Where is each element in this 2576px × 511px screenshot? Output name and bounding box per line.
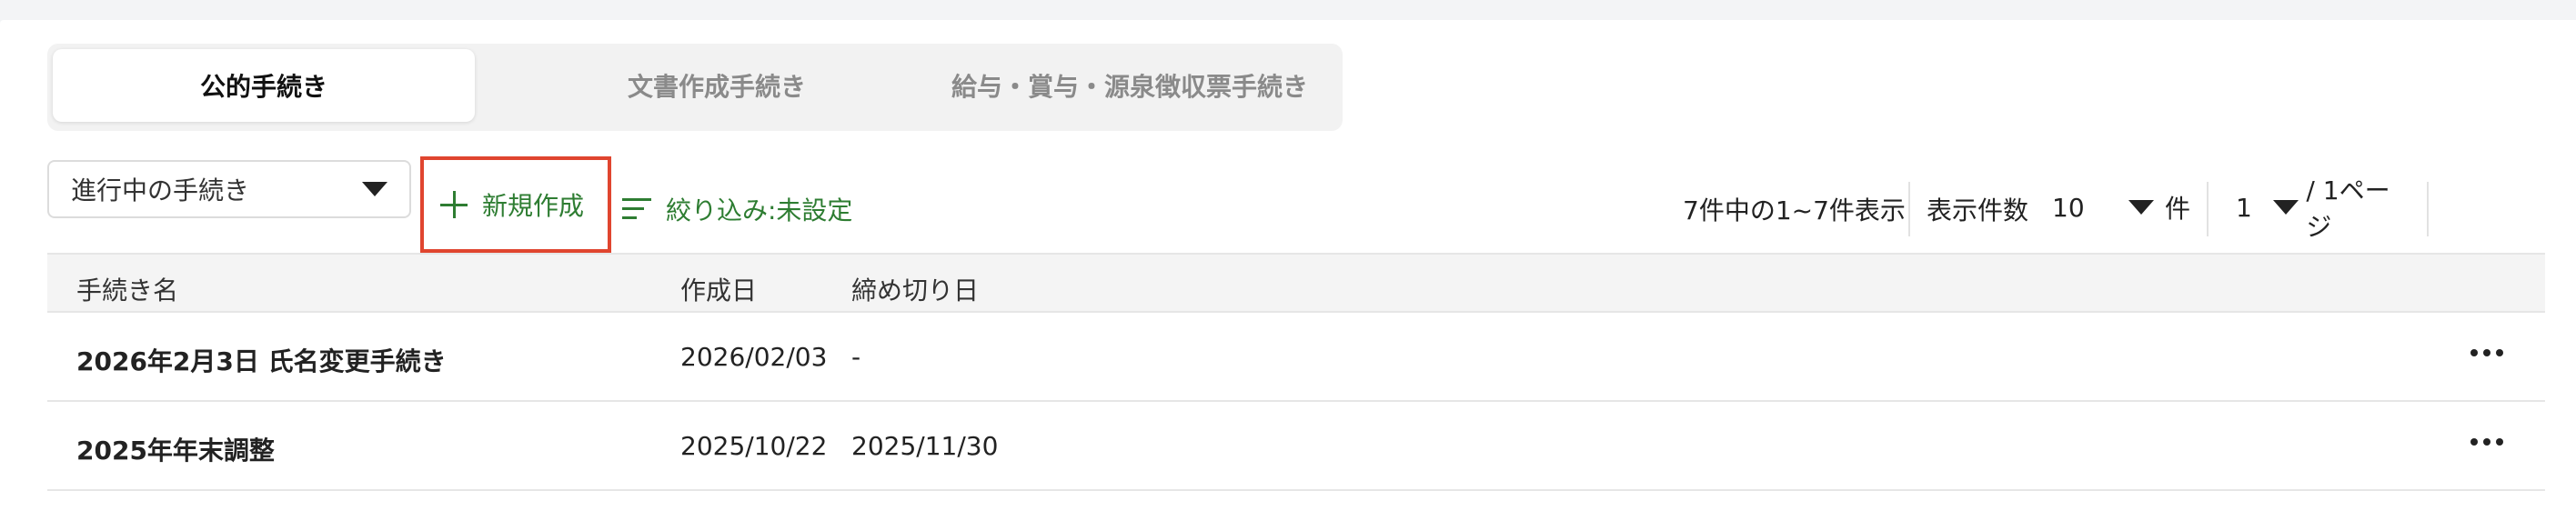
deadline-date: 2025/11/30 [851,431,999,461]
divider [1908,182,1910,236]
procedure-tabs: 公的手続き 文書作成手続き 給与・賞与・源泉徴収票手続き [47,44,1343,131]
status-select[interactable]: 進行中の手続き [47,160,411,218]
filter-label: 絞り込み:未設定 [666,195,853,225]
tab-public-procedures[interactable]: 公的手続き [53,49,475,122]
new-procedure-button[interactable]: 新規作成 [420,156,611,253]
per-page-select[interactable]: 10 件 [2052,180,2199,235]
created-date: 2026/02/03 [680,342,828,372]
plus-icon [440,191,468,218]
table-header: 手続き名 作成日 締め切り日 [47,253,2545,313]
per-page-unit: 件 [2165,194,2191,224]
header-deadline: 締め切り日 [851,276,980,306]
new-procedure-label: 新規作成 [482,191,585,221]
caret-down-icon [2128,200,2154,215]
status-select-value: 進行中の手続き [71,175,250,205]
divider [2207,182,2209,236]
per-page-value: 10 [2052,192,2085,223]
page-select[interactable]: 1 / 1ページ [2236,175,2409,242]
caret-down-icon [362,182,387,196]
result-count: 7件中の1~7件表示 [1683,195,1906,225]
more-icon[interactable] [2470,438,2503,446]
per-page-label: 表示件数 [1927,195,2029,225]
divider [2427,182,2429,236]
procedures-table: 手続き名 作成日 締め切り日 2026年2月3日 氏名変更手続き 2026/02… [47,253,2545,491]
header-created: 作成日 [680,276,758,306]
header-name: 手続き名 [76,276,179,306]
caret-down-icon [2273,200,2299,215]
filter-icon [622,198,651,220]
page-unit: / 1ページ [2306,175,2390,242]
page-value: 1 [2236,192,2252,223]
filter-button[interactable]: 絞り込み:未設定 [622,191,852,227]
tab-document-procedures[interactable]: 文書作成手続き [508,49,926,122]
procedure-name[interactable]: 2026年2月3日 氏名変更手続き [76,342,447,378]
tab-payroll-procedures[interactable]: 給与・賞与・源泉徴収票手続き [921,49,1339,122]
procedure-name[interactable]: 2025年年末調整 [76,431,275,467]
deadline-date: - [851,342,861,372]
created-date: 2025/10/22 [680,431,828,461]
table-row[interactable]: 2025年年末調整 2025/10/22 2025/11/30 [47,402,2545,491]
table-row[interactable]: 2026年2月3日 氏名変更手続き 2026/02/03 - [47,313,2545,402]
more-icon[interactable] [2470,349,2503,356]
